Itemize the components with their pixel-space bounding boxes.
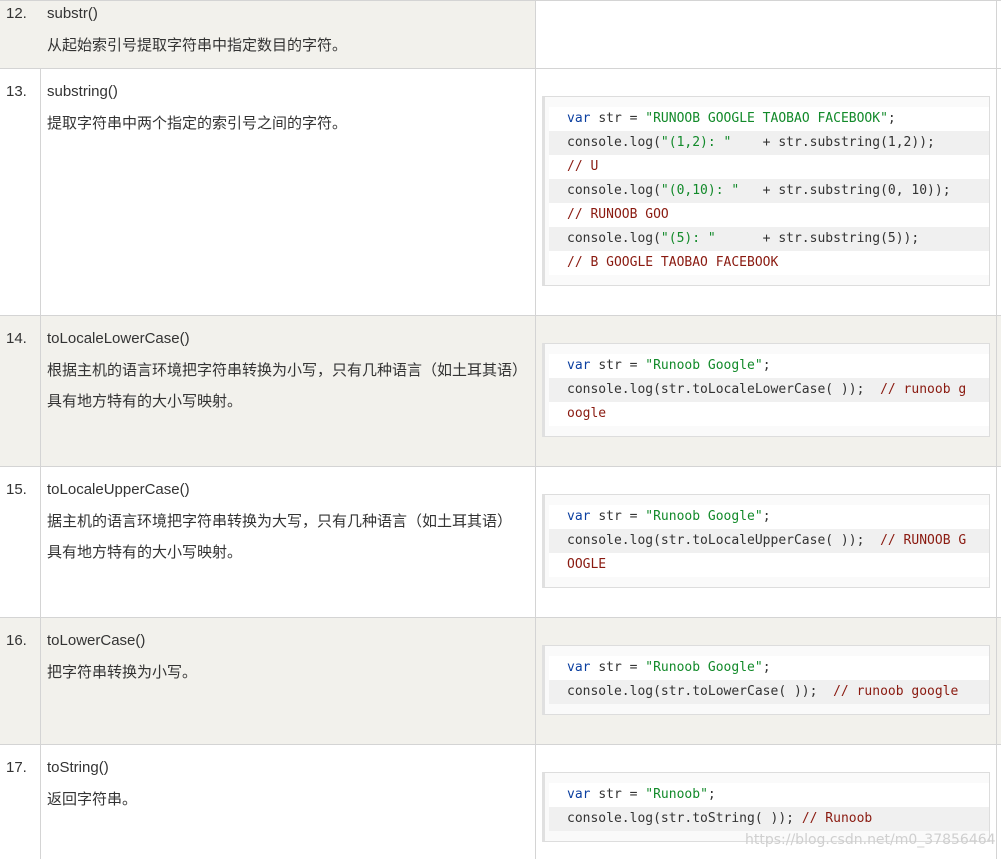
code-token: str = <box>598 111 646 126</box>
code-block: var str = "Runoob Google"; console.log(st… <box>542 494 990 588</box>
code-token: ; <box>707 787 716 802</box>
code-token: str = <box>598 660 646 675</box>
code-line: console.log("(1,2): " + str.substring(1,… <box>549 131 989 155</box>
code-token: // RUNOOB GOO <box>567 207 669 222</box>
column-divider <box>996 467 997 618</box>
method-name: substr() <box>47 5 98 22</box>
column-divider <box>40 745 41 859</box>
column-divider <box>535 316 536 467</box>
code-token: "(5): " <box>660 231 716 246</box>
code-line: console.log("(0,10): " + str.substring(0… <box>549 179 989 203</box>
code-line: var str = "RUNOOB GOOGLE TAOBAO FACEBOOK… <box>549 107 989 131</box>
code-token: var <box>567 509 599 524</box>
code-line: console.log(str.toLocaleUpperCase( )); /… <box>549 529 989 553</box>
code-block: var str = "Runoob Google"; console.log(st… <box>542 343 990 437</box>
code-token: console.log( <box>567 183 661 198</box>
code-line: // U <box>549 155 989 179</box>
code-token: ; <box>762 660 771 675</box>
column-divider <box>40 69 41 316</box>
column-divider <box>996 618 997 745</box>
column-divider <box>996 1 997 69</box>
code-token: + str.substring(5)); <box>715 231 920 246</box>
code-token: // B GOOGLE TAOBAO FACEBOOK <box>567 255 779 270</box>
column-divider <box>535 745 536 859</box>
column-divider <box>40 618 41 745</box>
code-token: str = <box>598 787 646 802</box>
method-description: 据主机的语言环境把字符串转换为大写，只有几种语言（如土耳其语）具有地方特有的大小… <box>47 512 513 561</box>
code-token: str = <box>598 509 646 524</box>
code-token: "Runoob" <box>645 787 708 802</box>
code-line: console.log(str.toString( )); // Runoob <box>549 807 989 831</box>
method-description: 根据主机的语言环境把字符串转换为小写，只有几种语言（如土耳其语）具有地方特有的大… <box>47 361 520 410</box>
watermark: https://blog.csdn.net/m0_37856464 <box>745 832 996 848</box>
code-token: "(0,10): " <box>660 183 740 198</box>
code-token: "(1,2): " <box>660 135 732 150</box>
code-token: // runoob google <box>833 684 959 699</box>
method-name: toString() <box>47 759 109 776</box>
code-line: var str = "Runoob Google"; <box>549 505 989 529</box>
code-token: ; <box>762 358 771 373</box>
code-token: console.log( <box>567 135 661 150</box>
code-line: console.log(str.toLowerCase( )); // runo… <box>549 680 989 704</box>
code-line: OOGLE <box>549 553 989 577</box>
code-token: console.log(str.toString( )); <box>567 811 802 826</box>
column-divider <box>535 618 536 745</box>
column-divider <box>40 316 41 467</box>
code-line: // B GOOGLE TAOBAO FACEBOOK <box>549 251 989 275</box>
code-token: console.log(str.toLocaleLowerCase( )); <box>567 382 881 397</box>
column-divider <box>535 467 536 618</box>
code-token: "Runoob Google" <box>645 358 763 373</box>
code-token: + str.substring(1,2)); <box>731 135 935 150</box>
code-token: ; <box>887 111 896 126</box>
column-divider <box>996 316 997 467</box>
code-token: // Runoob <box>801 811 873 826</box>
code-token: str = <box>598 358 646 373</box>
method-description: 提取字符串中两个指定的索引号之间的字符。 <box>47 114 348 132</box>
code-token: // RUNOOB G <box>880 533 967 548</box>
code-block: var str = "Runoob Google"; console.log(st… <box>542 645 990 715</box>
code-line: console.log(str.toLocaleLowerCase( )); /… <box>549 378 989 402</box>
method-description: 从起始索引号提取字符串中指定数目的字符。 <box>47 36 348 54</box>
code-token: "RUNOOB GOOGLE TAOBAO FACEBOOK" <box>645 111 888 126</box>
code-token: OOGLE <box>567 557 607 572</box>
code-token: + str.substring(0, 10)); <box>739 183 951 198</box>
code-line: oogle <box>549 402 989 426</box>
column-divider <box>535 1 536 69</box>
row-number: 17. <box>6 759 27 776</box>
code-token: var <box>567 787 599 802</box>
code-token: // U <box>567 159 599 174</box>
column-divider <box>996 69 997 316</box>
method-name: toLowerCase() <box>47 632 146 649</box>
column-divider <box>996 745 997 859</box>
code-line: var str = "Runoob"; <box>549 783 989 807</box>
code-block: var str = "RUNOOB GOOGLE TAOBAO FACEBOOK… <box>542 96 990 286</box>
code-token: console.log(str.toLowerCase( )); <box>567 684 834 699</box>
code-line: // RUNOOB GOO <box>549 203 989 227</box>
code-token: // runoob g <box>880 382 967 397</box>
method-description: 返回字符串。 <box>47 790 138 808</box>
code-token: var <box>567 111 599 126</box>
column-divider <box>40 467 41 618</box>
code-line: console.log("(5): " + str.substring(5)); <box>549 227 989 251</box>
column-divider <box>535 69 536 316</box>
code-token: "Runoob Google" <box>645 660 763 675</box>
row-number: 16. <box>6 632 27 649</box>
code-token: ; <box>762 509 771 524</box>
code-token: oogle <box>567 406 607 421</box>
code-token: "Runoob Google" <box>645 509 763 524</box>
method-name: toLocaleUpperCase() <box>47 481 190 498</box>
row-number: 12. <box>6 5 27 22</box>
code-line: var str = "Runoob Google"; <box>549 354 989 378</box>
code-token: var <box>567 660 599 675</box>
code-token: console.log( <box>567 231 661 246</box>
row-number: 14. <box>6 330 27 347</box>
code-token: console.log(str.toLocaleUpperCase( )); <box>567 533 881 548</box>
method-description: 把字符串转换为小写。 <box>47 663 198 681</box>
row-number: 13. <box>6 83 27 100</box>
code-token: var <box>567 358 599 373</box>
code-line: var str = "Runoob Google"; <box>549 656 989 680</box>
method-name: substring() <box>47 83 118 100</box>
method-name: toLocaleLowerCase() <box>47 330 190 347</box>
row-number: 15. <box>6 481 27 498</box>
